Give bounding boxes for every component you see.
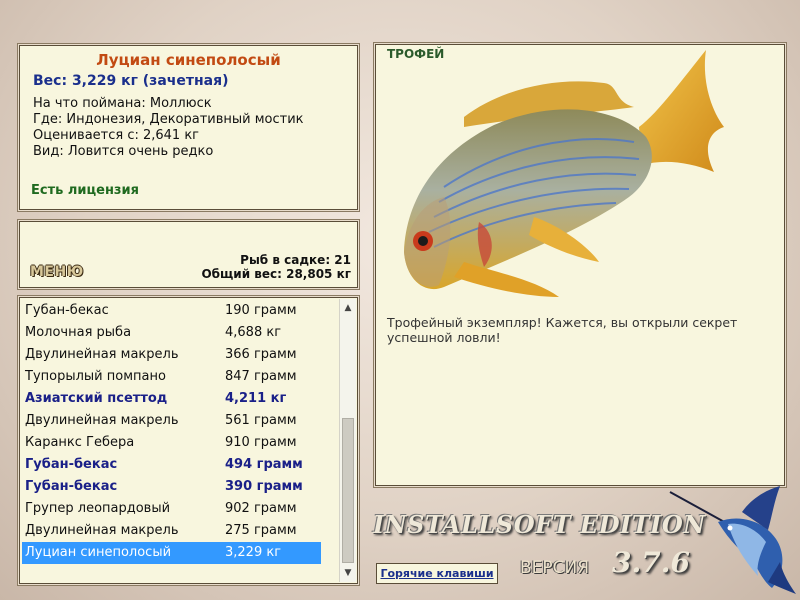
list-item-name: Групер леопардовый [25, 501, 171, 516]
summary-panel: МЕНЮ Рыб в садке: 21 Общий вес: 28,805 к… [19, 221, 358, 288]
list-item[interactable]: Губан-бекас 190 грамм [22, 300, 321, 322]
list-item-name: Двулинейная макрель [25, 413, 179, 428]
list-item-weight: 275 грамм [225, 523, 297, 538]
list-item-name: Луциан синеполосый [25, 545, 172, 560]
list-item[interactable]: Азиатский псеттод 4,211 кг [22, 388, 321, 410]
list-item[interactable]: Губан-бекас 494 грамм [22, 454, 321, 476]
total-weight: Общий вес: 28,805 кг [201, 267, 351, 281]
catch-threshold: Оценивается с: 2,641 кг [33, 128, 200, 143]
list-item-name: Двулинейная макрель [25, 523, 179, 538]
list-item-name: Каранкс Гебера [25, 435, 135, 450]
fish-weight: Вес: 3,229 кг (зачетная) [33, 73, 229, 89]
fish-info-panel: Луциан синеполосый Вес: 3,229 кг (зачетн… [19, 45, 358, 210]
list-item-weight: 366 грамм [225, 347, 297, 362]
scroll-down-icon[interactable]: ▼ [341, 565, 355, 581]
trophy-panel: ТРОФЕЙ Трофейный экземпляр! Кажется, вы … [375, 44, 785, 486]
marlin-logo [669, 486, 796, 594]
list-item-name: Губан-бекас [25, 303, 109, 318]
list-item-weight: 190 грамм [225, 303, 297, 318]
list-scrollbar[interactable]: ▲ ▼ [339, 299, 356, 582]
fish-title: Луциан синеполосый [96, 51, 281, 69]
list-item[interactable]: Каранкс Гебера 910 грамм [22, 432, 321, 454]
scroll-up-icon[interactable]: ▲ [341, 300, 355, 316]
list-item[interactable]: Двулинейная макрель 366 грамм [22, 344, 321, 366]
fish-count: Рыб в садке: 21 [240, 253, 351, 267]
version-label: ВЕРСИЯ [520, 558, 590, 578]
list-item[interactable]: Губан-бекас 390 грамм [22, 476, 321, 498]
menu-button[interactable]: МЕНЮ [30, 264, 84, 280]
license-status: Есть лицензия [31, 183, 139, 198]
list-item[interactable]: Групер леопардовый 902 грамм [22, 498, 321, 520]
list-item-name: Губан-бекас [25, 479, 118, 494]
list-item[interactable]: Двулинейная макрель 561 грамм [22, 410, 321, 432]
list-item[interactable]: Луциан синеполосый 3,229 кг [22, 542, 321, 564]
hotkeys-button[interactable]: Горячие клавиши [376, 563, 498, 584]
list-item-weight: 4,688 кг [225, 325, 282, 340]
list-item-name: Двулинейная макрель [25, 347, 179, 362]
list-item-weight: 4,211 кг [225, 391, 287, 406]
list-item-weight: 902 грамм [225, 501, 297, 516]
bluestripe-snapper-image [404, 50, 724, 297]
catch-rarity: Вид: Ловится очень редко [33, 144, 214, 159]
list-item-weight: 561 грамм [225, 413, 297, 428]
catch-list: Губан-бекас 190 грамм Молочная рыба 4,688 к… [19, 297, 358, 584]
brand-title: INSTALLSOFT EDITION [373, 510, 706, 539]
list-item-weight: 910 грамм [225, 435, 297, 450]
list-item-weight: 494 грамм [225, 457, 303, 472]
list-item[interactable]: Тупорылый помпано 847 грамм [22, 366, 321, 388]
list-item[interactable]: Молочная рыба 4,688 кг [22, 322, 321, 344]
list-item-weight: 847 грамм [225, 369, 297, 384]
trophy-message: Трофейный экземпляр! Кажется, вы открыли… [387, 315, 738, 345]
catch-bait: На что поймана: Моллюск [33, 96, 212, 111]
list-item-name: Тупорылый помпано [25, 369, 166, 384]
list-item[interactable]: Двулинейная макрель 275 грамм [22, 520, 321, 542]
trophy-label: ТРОФЕЙ [387, 47, 445, 61]
list-item-name: Азиатский псеттод [25, 391, 168, 406]
catch-location: Где: Индонезия, Декоративный мостик [33, 112, 304, 127]
list-item-weight: 390 грамм [225, 479, 303, 494]
scroll-thumb[interactable] [342, 418, 354, 563]
list-item-name: Молочная рыба [25, 325, 132, 340]
list-item-weight: 3,229 кг [225, 545, 282, 560]
list-item-name: Губан-бекас [25, 457, 118, 472]
